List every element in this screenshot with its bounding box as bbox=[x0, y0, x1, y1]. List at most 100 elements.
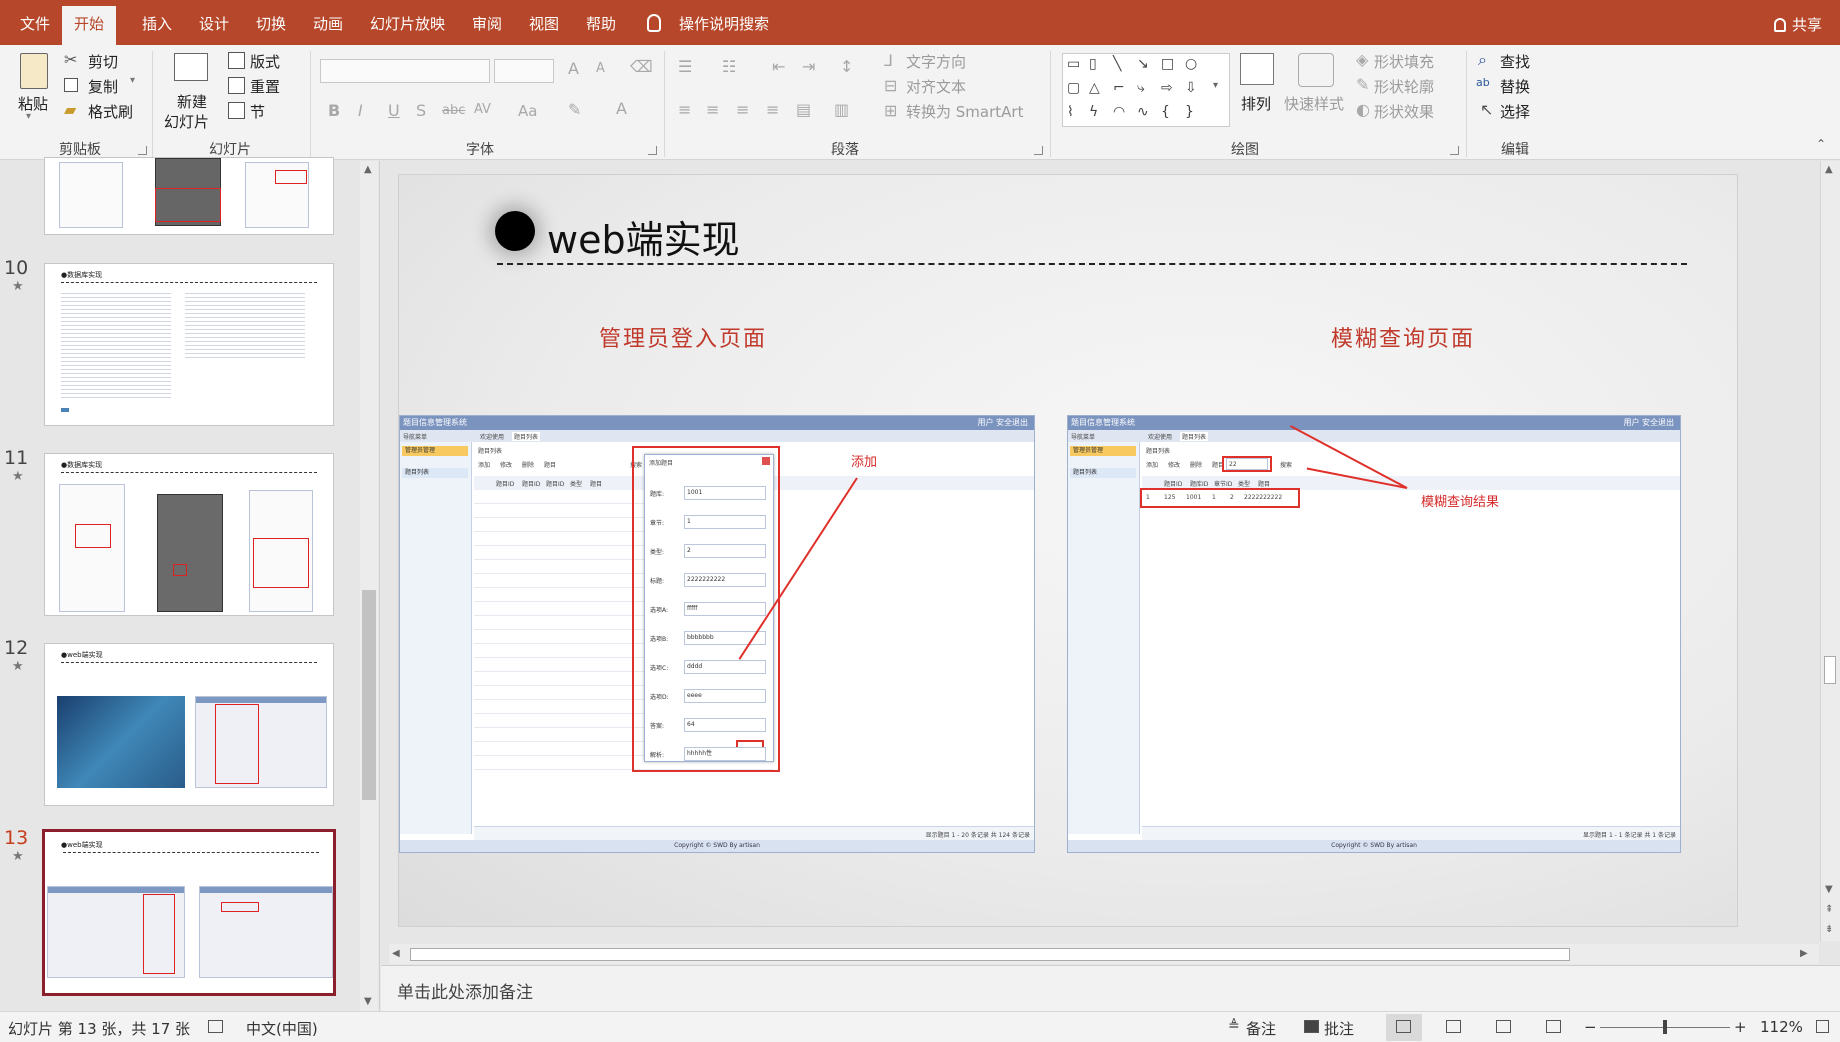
zoom-slider-knob[interactable] bbox=[1663, 1020, 1667, 1034]
tab-animations[interactable]: 动画 bbox=[313, 0, 343, 45]
slide-title[interactable]: web端实现 bbox=[547, 209, 740, 264]
italic-button[interactable]: I bbox=[358, 101, 363, 120]
copy-button[interactable]: 复制 bbox=[88, 76, 118, 97]
thumbnail-scrollbar-thumb[interactable] bbox=[362, 590, 376, 800]
replace-button[interactable]: 替换 bbox=[1500, 76, 1530, 97]
change-case-button[interactable]: Aa bbox=[518, 102, 537, 120]
new-slide-line1[interactable]: 新建 bbox=[177, 91, 207, 112]
align-left-icon[interactable]: ≡ bbox=[678, 100, 691, 119]
dialog-launcher-icon[interactable] bbox=[648, 146, 657, 155]
dialog-launcher-icon[interactable] bbox=[1450, 146, 1459, 155]
tab-view[interactable]: 视图 bbox=[529, 0, 559, 45]
freeform-icon[interactable]: ⌇ bbox=[1067, 104, 1074, 120]
caption-left[interactable]: 管理员登入页面 bbox=[599, 321, 767, 353]
slideshow-icon[interactable] bbox=[1546, 1020, 1561, 1033]
thumbnail-scrollbar[interactable] bbox=[360, 161, 378, 1011]
smartart-button[interactable]: 转换为 SmartArt bbox=[906, 101, 1023, 122]
reading-view-icon[interactable] bbox=[1496, 1020, 1511, 1033]
align-right-icon[interactable]: ≡ bbox=[736, 100, 749, 119]
tell-me-search[interactable]: 操作说明搜索 bbox=[679, 0, 769, 45]
scroll-up-icon[interactable]: ▲ bbox=[364, 164, 372, 175]
down-arrow-icon[interactable]: ⇩ bbox=[1185, 80, 1197, 96]
gallery-more-icon[interactable]: ▾ bbox=[1213, 80, 1218, 91]
previous-slide-icon[interactable]: ⇞ bbox=[1825, 904, 1833, 915]
text-direction-button[interactable]: 文字方向 bbox=[906, 51, 966, 72]
slide-thumbnail[interactable] bbox=[44, 157, 334, 235]
normal-view-icon[interactable] bbox=[1396, 1020, 1411, 1033]
tab-review[interactable]: 审阅 bbox=[472, 0, 502, 45]
line-icon[interactable]: ╲ bbox=[1113, 56, 1121, 72]
left-brace-icon[interactable]: { bbox=[1161, 104, 1170, 120]
justify-icon[interactable]: ≡ bbox=[766, 100, 779, 119]
reset-button[interactable]: 重置 bbox=[250, 76, 280, 97]
arrow-line-icon[interactable]: ↘ bbox=[1137, 56, 1149, 72]
bullets-icon[interactable]: ☰ bbox=[678, 57, 692, 76]
scroll-left-icon[interactable]: ◀ bbox=[392, 948, 400, 959]
scroll-down-icon[interactable]: ▼ bbox=[364, 996, 372, 1007]
chevron-down-icon[interactable]: ▾ bbox=[130, 75, 135, 86]
slide-thumbnail[interactable]: ●数据库实现 bbox=[44, 453, 334, 616]
select-button[interactable]: 选择 bbox=[1500, 101, 1530, 122]
decrease-indent-icon[interactable]: ⇤ bbox=[772, 57, 785, 76]
arrange-button[interactable]: 排列 bbox=[1241, 93, 1271, 114]
chevron-down-icon[interactable]: ▾ bbox=[26, 111, 31, 122]
clear-formatting-icon[interactable]: ⌫ bbox=[630, 57, 653, 76]
slide-canvas[interactable]: web端实现 管理员登入页面 模糊查询页面 题目信息管理系统 用户 安全退出 导航… bbox=[398, 174, 1738, 927]
connector-icon[interactable]: ⌐ bbox=[1113, 80, 1125, 96]
shape-effects-button[interactable]: 形状效果 bbox=[1374, 101, 1434, 122]
align-center-icon[interactable]: ≡ bbox=[706, 100, 719, 119]
shapes-gallery[interactable]: ▭ ▯ ╲ ↘ □ ○ ▢ △ ⌐ ⤷ ⇨ ⇩ ⌇ ϟ ◠ ∿ { } ▾ bbox=[1062, 53, 1230, 127]
caption-right[interactable]: 模糊查询页面 bbox=[1331, 321, 1475, 353]
tab-help[interactable]: 帮助 bbox=[586, 0, 616, 45]
slide-thumbnail-selected[interactable]: ●web端实现 bbox=[42, 829, 336, 996]
paste-button[interactable]: 粘贴 bbox=[18, 93, 48, 114]
numbering-icon[interactable]: ☷ bbox=[722, 57, 736, 76]
bold-button[interactable]: B bbox=[328, 101, 340, 120]
paste-icon[interactable] bbox=[20, 53, 48, 89]
next-slide-icon[interactable]: ⇟ bbox=[1825, 924, 1833, 935]
scroll-down-icon[interactable]: ▼ bbox=[1825, 884, 1833, 895]
vertical-textbox-icon[interactable]: ▯ bbox=[1089, 56, 1097, 72]
comments-button[interactable]: 批注 bbox=[1324, 1018, 1354, 1039]
layout-button[interactable]: 版式 bbox=[250, 51, 280, 72]
lightning-icon[interactable]: ϟ bbox=[1089, 104, 1098, 120]
zoom-in-button[interactable]: + bbox=[1734, 1018, 1747, 1036]
vertical-scrollbar[interactable] bbox=[1820, 161, 1840, 941]
shape-fill-button[interactable]: 形状填充 bbox=[1374, 51, 1434, 72]
font-size-combo[interactable] bbox=[494, 59, 554, 83]
rounded-rect-icon[interactable]: ▢ bbox=[1067, 80, 1080, 96]
language-indicator[interactable]: 中文(中国) bbox=[246, 1018, 318, 1039]
triangle-icon[interactable]: △ bbox=[1089, 80, 1100, 96]
scroll-right-icon[interactable]: ▶ bbox=[1800, 948, 1808, 959]
oval-icon[interactable]: ○ bbox=[1185, 56, 1197, 72]
vertical-scrollbar-thumb[interactable] bbox=[1824, 656, 1836, 684]
right-brace-icon[interactable]: } bbox=[1185, 104, 1194, 120]
tab-insert[interactable]: 插入 bbox=[142, 0, 172, 45]
notes-placeholder[interactable]: 单击此处添加备注 bbox=[397, 978, 533, 1003]
collapse-ribbon-icon[interactable]: ⌃ bbox=[1816, 137, 1826, 151]
new-slide-line2[interactable]: 幻灯片 bbox=[164, 111, 209, 132]
highlight-icon[interactable]: ✎ bbox=[568, 100, 581, 119]
elbow-connector-icon[interactable]: ⤷ bbox=[1137, 80, 1145, 96]
underline-button[interactable]: U bbox=[388, 101, 400, 120]
accessibility-icon[interactable] bbox=[208, 1020, 223, 1033]
line-spacing-icon[interactable]: ↕ bbox=[840, 57, 853, 76]
shrink-font-button[interactable]: A bbox=[596, 61, 605, 76]
quick-styles-icon[interactable] bbox=[1298, 53, 1334, 87]
fit-to-window-icon[interactable] bbox=[1816, 1020, 1829, 1033]
align-text-button[interactable]: 对齐文本 bbox=[906, 76, 966, 97]
arrange-icon[interactable] bbox=[1240, 53, 1274, 85]
rectangle-icon[interactable]: □ bbox=[1161, 56, 1174, 72]
slide-sorter-icon[interactable] bbox=[1446, 1020, 1461, 1033]
dialog-launcher-icon[interactable] bbox=[1034, 146, 1043, 155]
textbox-icon[interactable]: ▭ bbox=[1067, 56, 1080, 72]
find-button[interactable]: 查找 bbox=[1500, 51, 1530, 72]
slide-thumbnail[interactable]: ●web端实现 bbox=[44, 643, 334, 806]
font-color-button[interactable]: A bbox=[616, 99, 627, 118]
distributed-icon[interactable]: ▤ bbox=[796, 100, 811, 119]
tab-design[interactable]: 设计 bbox=[199, 0, 229, 45]
slide-thumbnail[interactable]: ●数据库实现 bbox=[44, 263, 334, 426]
zoom-out-button[interactable]: − bbox=[1584, 1018, 1597, 1036]
horizontal-scrollbar-thumb[interactable] bbox=[410, 948, 1570, 961]
tab-file[interactable]: 文件 bbox=[20, 0, 50, 45]
